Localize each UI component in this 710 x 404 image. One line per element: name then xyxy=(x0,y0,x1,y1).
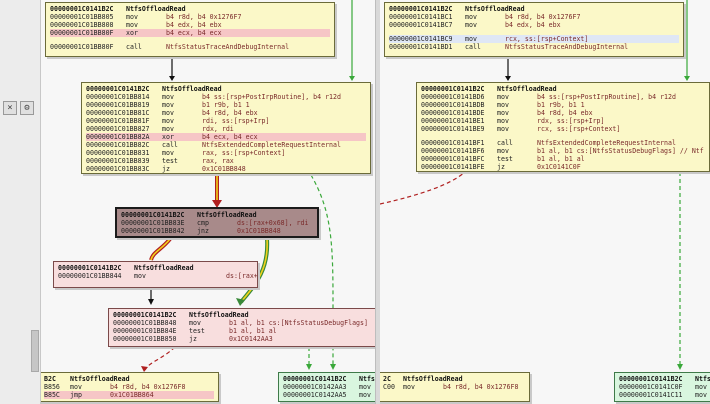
basic-block[interactable]: 00000001C0141B2C Ntfs 00000001C0141C0F mov… xyxy=(614,372,710,402)
instruction-line[interactable]: 00000001C01BB83C jz 0x1C01BB848 xyxy=(86,165,366,173)
edge-arrow xyxy=(349,76,355,81)
edge-arrow xyxy=(330,364,336,370)
basic-block[interactable]: 00000001C0141B2C NtfsOffloadRead 0000000… xyxy=(45,2,335,57)
instruction-line[interactable]: 00000001C01BB831 mov rax, ss:[rsp+Context] xyxy=(86,149,366,157)
instruction-line[interactable]: 00000001C01BB805 mov b4 r8d, b4 0x1276F7 xyxy=(50,13,330,21)
instruction-line[interactable]: 00000001C01BB84E test b1 al, b1 al xyxy=(113,327,371,335)
left-side-panel: × ⚙ xyxy=(0,0,41,404)
instruction-line-highlighted[interactable]: 00000001C0141BC9 mov rcx, ss:[rsp+Context] xyxy=(389,35,679,43)
graph-view-left[interactable]: 00000001C0141B2C NtfsOffloadRead 0000000… xyxy=(41,0,375,404)
close-icon[interactable]: × xyxy=(3,101,17,115)
block-address: 00000001C0141B2C xyxy=(50,5,114,13)
instruction-line[interactable]: 00000001C01BB844movds:[rax+0x68], r12 xyxy=(58,272,257,280)
edge-arrow xyxy=(306,364,312,370)
basic-block[interactable]: 00000001C0141B2C NtfsOffloadRead 00000001… xyxy=(81,82,371,174)
basic-block[interactable]: 00000001C0141B2C NtfsOffloadRead 00000001… xyxy=(108,308,375,347)
instruction-line[interactable]: 00000001C01BB842 jnz 0x1C01BB848 xyxy=(121,227,313,235)
basic-block-selected[interactable]: 00000001C0141B2C NtfsOffloadRead 00000001… xyxy=(115,207,319,238)
instruction-line[interactable]: 00000001C0141BFE jz 0x1C0141C0F xyxy=(421,163,705,171)
instruction-line[interactable]: 00000001C01BB83E cmp ds:[rax+0x68], rdi xyxy=(121,219,313,227)
instruction-line[interactable]: 00000001C01BB850 jz 0x1C0142AA3 xyxy=(113,335,371,343)
instruction-line[interactable]: 00000001C01BB827 mov rdx, rdi xyxy=(86,125,366,133)
function-name: NtfsOffloadRead xyxy=(126,5,186,13)
instruction-line[interactable]: 00000001C01BB81F mov rdi, ss:[rsp+Irp] xyxy=(86,117,366,125)
instruction-line[interactable]: 00000001C0141BC7 mov b4 edx, b4 ebx xyxy=(389,21,679,29)
instruction-line[interactable]: 00000001C0141BDB mov b1 r9b, b1 1 xyxy=(421,101,705,109)
gear-icon[interactable]: ⚙ xyxy=(20,101,34,115)
edge-dashed-red xyxy=(144,346,176,371)
block-header: 00000001C0141B2C NtfsOffloadRead xyxy=(86,85,222,93)
block-header: 00000001C0141B2C NtfsOffloadRead xyxy=(421,85,557,93)
instruction-line[interactable]: 00000001C0141C0F mov xyxy=(619,383,709,391)
basic-block[interactable]: B2C NtfsOffloadRead B856 mov b4 r8d, b4 0x1… xyxy=(41,372,219,402)
instruction-line-highlighted[interactable]: 00000001C01BB82A xor b4 ecx, b4 ecx xyxy=(86,133,366,141)
basic-block[interactable]: 00000001C0141B2C NtfsOffloadRead 00000001… xyxy=(53,261,258,288)
instruction-line[interactable]: 00000001C0141BF6 mov b1 al, b1 cs:[NtfsSta… xyxy=(421,147,705,155)
basic-block[interactable]: 00000001C0141B2C NtfsOffloadRead 00000001… xyxy=(384,2,684,57)
block-header: B2C NtfsOffloadRead xyxy=(44,375,130,383)
instruction-line[interactable]: 00000001C01BB81C mov b4 r8d, b4 ebx xyxy=(86,109,366,117)
instruction-line[interactable]: 00000001C0141BDE mov b4 r8d, b4 ebx xyxy=(421,109,705,117)
block-header: 00000001C0141B2C NtfsOffloadRead xyxy=(113,311,249,319)
basic-block[interactable]: 00000001C0141B2C Ntfs 00000001C0142AA3 mov… xyxy=(278,372,375,402)
instruction-line[interactable]: B856 mov b4 r8d, b4 0x1276F8 xyxy=(44,383,214,391)
block-header: 00000001C0141B2C Ntfs xyxy=(283,375,375,383)
instruction-line[interactable]: 00000001C01BB82C call NtfsExtendedComplete… xyxy=(86,141,366,149)
graph-view-right[interactable]: 00000001C0141B2C NtfsOffloadRead 00000001… xyxy=(380,0,710,404)
edge-arrow xyxy=(148,299,154,305)
instruction-line[interactable]: 00000001C01BB808 mov b4 edx, b4 ebx xyxy=(50,21,330,29)
instruction-line[interactable]: 00000001C0141BE1 mov rdx, ss:[rsp+Irp] xyxy=(421,117,705,125)
basic-block[interactable]: 00000001C0141B2C NtfsOffloadRead 00000001… xyxy=(416,82,710,172)
instruction-line[interactable]: 00000001C01BB839 test rax, rax xyxy=(86,157,366,165)
block-header: 00000001C0141B2C NtfsOffloadRead xyxy=(389,5,525,13)
edge-arrow xyxy=(684,76,690,81)
side-panel-scrollbar[interactable] xyxy=(31,330,39,372)
edge-arrow xyxy=(169,76,175,81)
instruction-line[interactable]: 00000001C0141BC1 mov b4 r8d, b4 0x1276F7 xyxy=(389,13,679,21)
instruction-line[interactable]: 00000001C0141BF1 call NtfsExtendedComplete… xyxy=(421,139,705,147)
basic-block[interactable]: 2C NtfsOffloadRead C00 mov b4 r8d, b4 0x127… xyxy=(380,372,530,402)
graph-edges-right xyxy=(380,0,690,370)
instruction-line[interactable]: 00000001C0141BFC test b1 al, b1 al xyxy=(421,155,705,163)
block-header: 2C NtfsOffloadRead xyxy=(383,375,463,383)
instruction-line[interactable]: 00000001C0141BD1 call NtfsStatusTraceAndDe… xyxy=(389,43,679,51)
instruction-line[interactable]: 00000001C0142AA3 mov xyxy=(283,383,375,391)
instruction-line-highlighted[interactable]: B85C jmp 0x1C01BB864 xyxy=(44,391,214,399)
instruction-line[interactable]: 00000001C01BB848 mov b1 al, b1 cs:[NtfsSta… xyxy=(113,319,371,327)
instruction-line[interactable]: 00000001C0141C11 mov xyxy=(619,391,709,399)
block-header: 00000001C0141B2C Ntfs xyxy=(619,375,710,383)
instruction-line[interactable]: 00000001C0142AA5 mov xyxy=(283,391,375,399)
instruction-line-highlighted[interactable]: 00000001C01BB80F xor b4 ecx, b4 ecx xyxy=(50,29,330,37)
instruction-line[interactable]: 00000001C01BB819 mov b1 r9b, b1 1 xyxy=(86,101,366,109)
instruction-line[interactable]: 00000001C0141BE9 mov rcx, ss:[rsp+Context] xyxy=(421,125,705,133)
block-header: 00000001C0141B2C NtfsOffloadRead xyxy=(58,264,194,272)
instruction-line[interactable]: 00000001C01BB80F call NtfsStatusTraceAndDe… xyxy=(50,43,330,51)
instruction-line[interactable]: 00000001C01BB814 mov b4 ss:[rsp+PostIrpRou… xyxy=(86,93,366,101)
edge-dashed-red xyxy=(380,171,466,205)
block-header: 00000001C0141B2C NtfsOffloadRead xyxy=(121,211,257,219)
edge-arrow xyxy=(677,364,683,370)
instruction-line[interactable]: 00000001C0141BD6 mov b4 ss:[rsp+PostIrpRou… xyxy=(421,93,705,101)
edge-arrow xyxy=(505,76,511,81)
instruction-line[interactable]: C00 mov b4 r8d, b4 0x1276F8 xyxy=(383,383,525,391)
block-header: 00000001C0141B2C NtfsOffloadRead xyxy=(50,5,330,13)
